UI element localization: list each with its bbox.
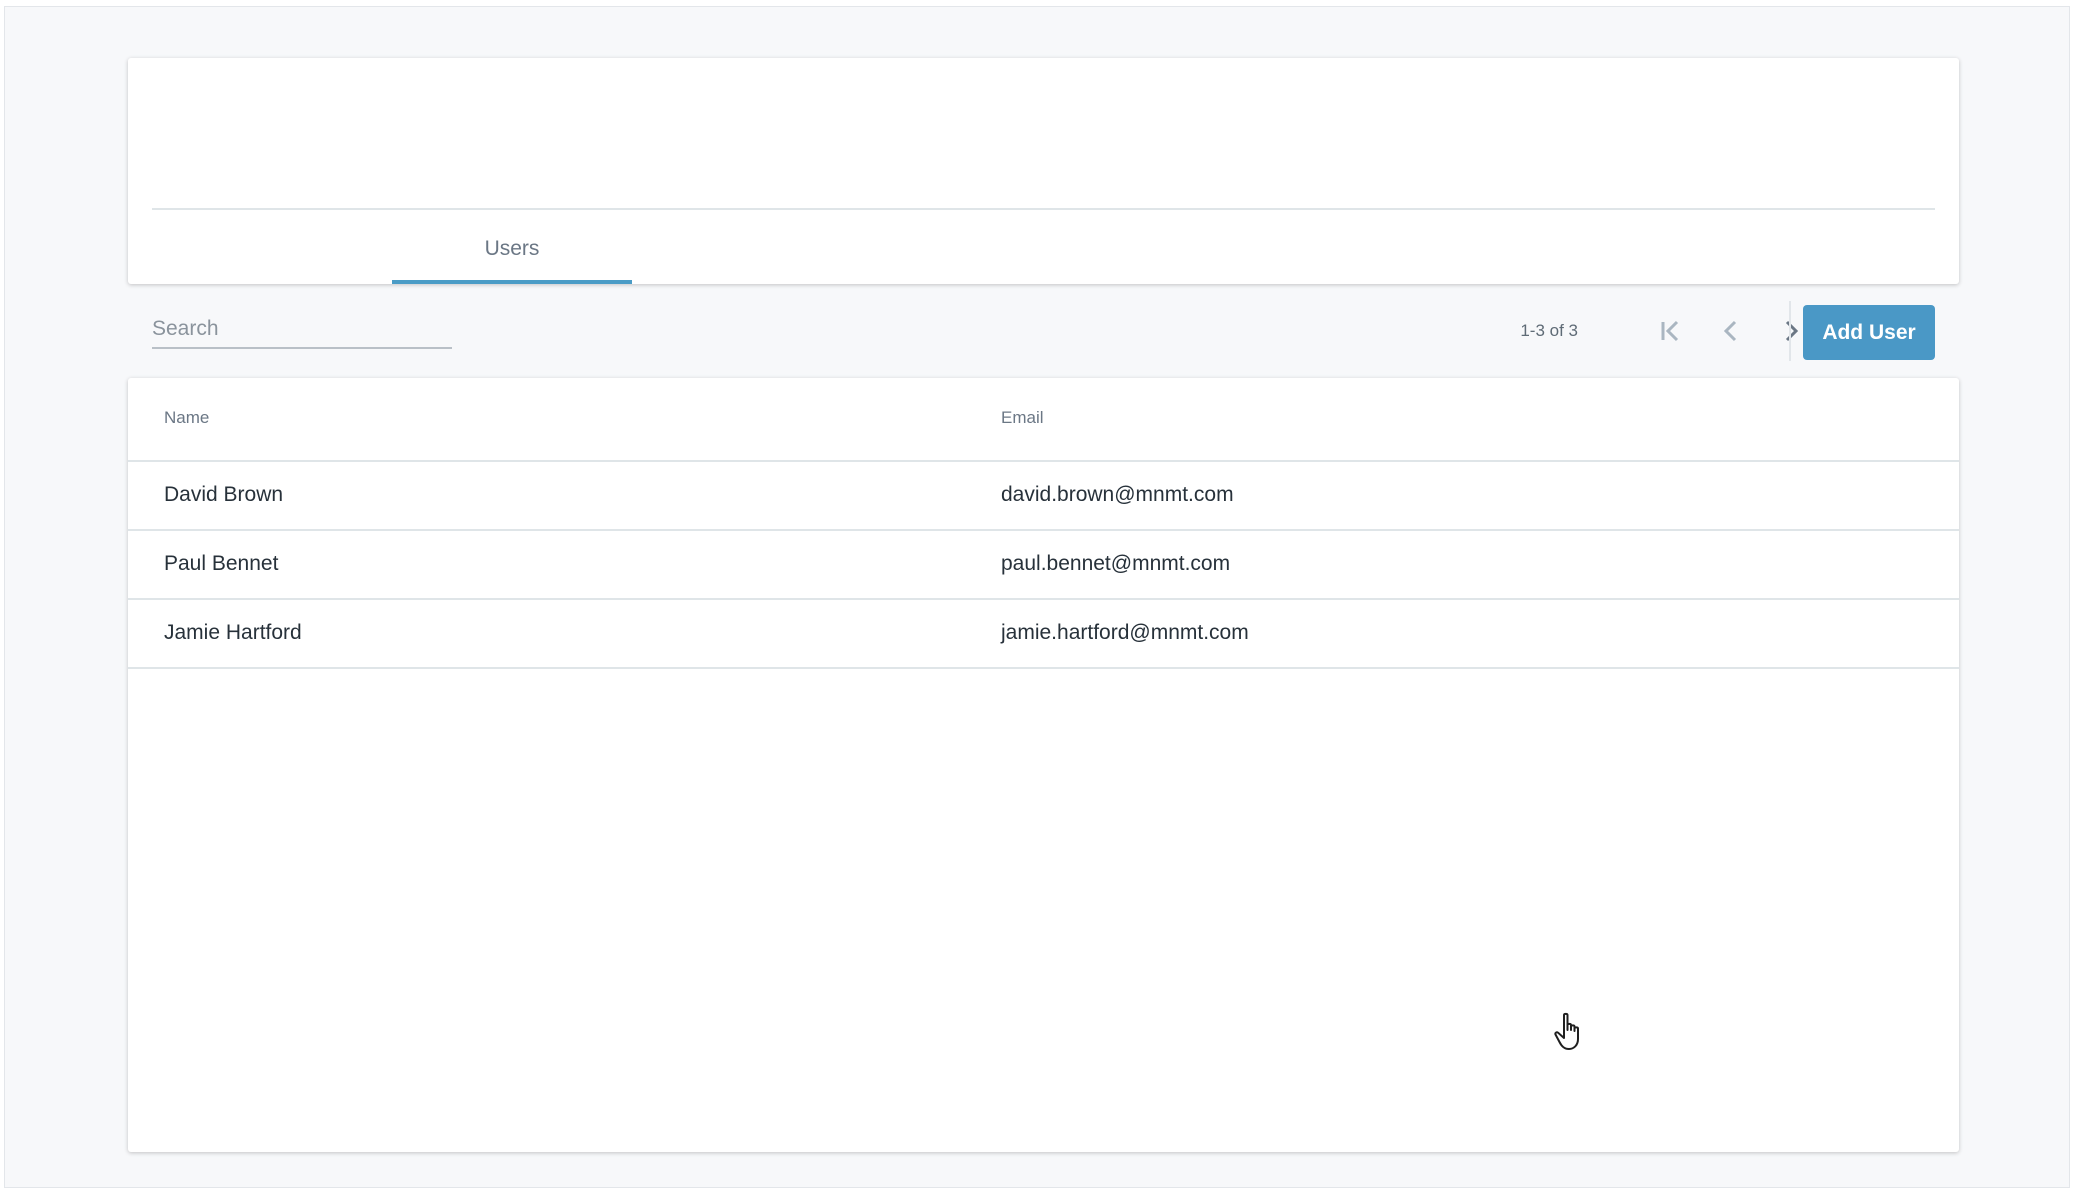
cell-email: paul.bennet@mnmt.com xyxy=(1001,552,1231,575)
table-row[interactable]: Jamie Hartford jamie.hartford@mnmt.com xyxy=(128,600,1959,669)
pagination-range: 1-3 of 3 xyxy=(1520,321,1578,340)
header-card: Users xyxy=(128,58,1959,284)
search-input[interactable]: Search xyxy=(152,311,452,349)
previous-page-button[interactable] xyxy=(1711,311,1751,351)
column-header-name[interactable]: Name xyxy=(164,408,209,428)
previous-page-icon xyxy=(1723,320,1737,342)
cell-email: jamie.hartford@mnmt.com xyxy=(1001,621,1249,644)
hand-cursor-icon xyxy=(1554,1012,1579,1050)
cell-name: David Brown xyxy=(164,483,284,506)
first-page-button[interactable] xyxy=(1651,311,1691,351)
table-header: Name Email xyxy=(128,378,1959,462)
active-tab-indicator xyxy=(392,280,632,284)
first-page-icon xyxy=(1661,320,1679,342)
table-row[interactable]: David Brown david.brown@mnmt.com xyxy=(128,462,1959,531)
cell-name: Paul Bennet xyxy=(164,552,279,575)
toolbar: Search 1-3 of 3 Add User xyxy=(128,291,1959,371)
header-divider xyxy=(152,208,1935,210)
table-row[interactable]: Paul Bennet paul.bennet@mnmt.com xyxy=(128,531,1959,600)
add-user-button[interactable]: Add User xyxy=(1803,305,1935,360)
tab-users-label: Users xyxy=(484,237,540,260)
column-header-email[interactable]: Email xyxy=(1001,408,1044,428)
tab-users[interactable]: Users xyxy=(392,228,632,284)
next-page-icon xyxy=(1785,320,1799,342)
users-table: Name Email David Brown david.brown@mnmt.… xyxy=(128,378,1959,1152)
cell-name: Jamie Hartford xyxy=(164,621,302,644)
toolbar-divider xyxy=(1789,301,1791,361)
app-frame: Users Search 1-3 of 3 Add User Name Emai… xyxy=(4,6,2070,1188)
cell-email: david.brown@mnmt.com xyxy=(1001,483,1234,506)
